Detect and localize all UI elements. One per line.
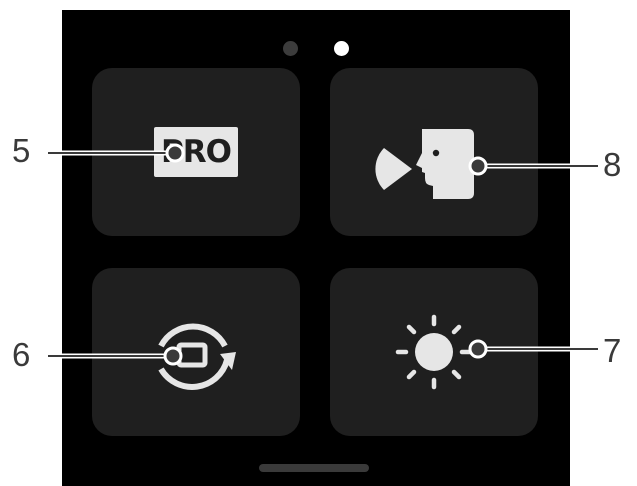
- callout-number-rotate: 6: [12, 336, 31, 373]
- callout-number-pro: 5: [12, 132, 31, 169]
- callout-number-brightness: 7: [603, 332, 622, 369]
- brightness-icon: [395, 314, 473, 390]
- page-indicator-dot-1[interactable]: [283, 41, 298, 56]
- pro-badge-text: PRO: [161, 134, 232, 170]
- face-tracking-icon: [375, 129, 474, 199]
- pro-mode-icon: PRO: [154, 127, 238, 177]
- quick-menu-screen: PRO: [62, 10, 570, 486]
- brightness-tile[interactable]: [330, 268, 538, 436]
- page-indicator-dot-2[interactable]: [334, 41, 349, 56]
- rotate-screen-tile[interactable]: [92, 268, 300, 436]
- rotate-screen-icon: [158, 323, 236, 390]
- face-tracking-tile[interactable]: [330, 68, 538, 236]
- home-indicator-bar[interactable]: [259, 464, 369, 472]
- pro-mode-tile[interactable]: PRO: [92, 68, 300, 236]
- callout-number-face: 8: [603, 146, 622, 183]
